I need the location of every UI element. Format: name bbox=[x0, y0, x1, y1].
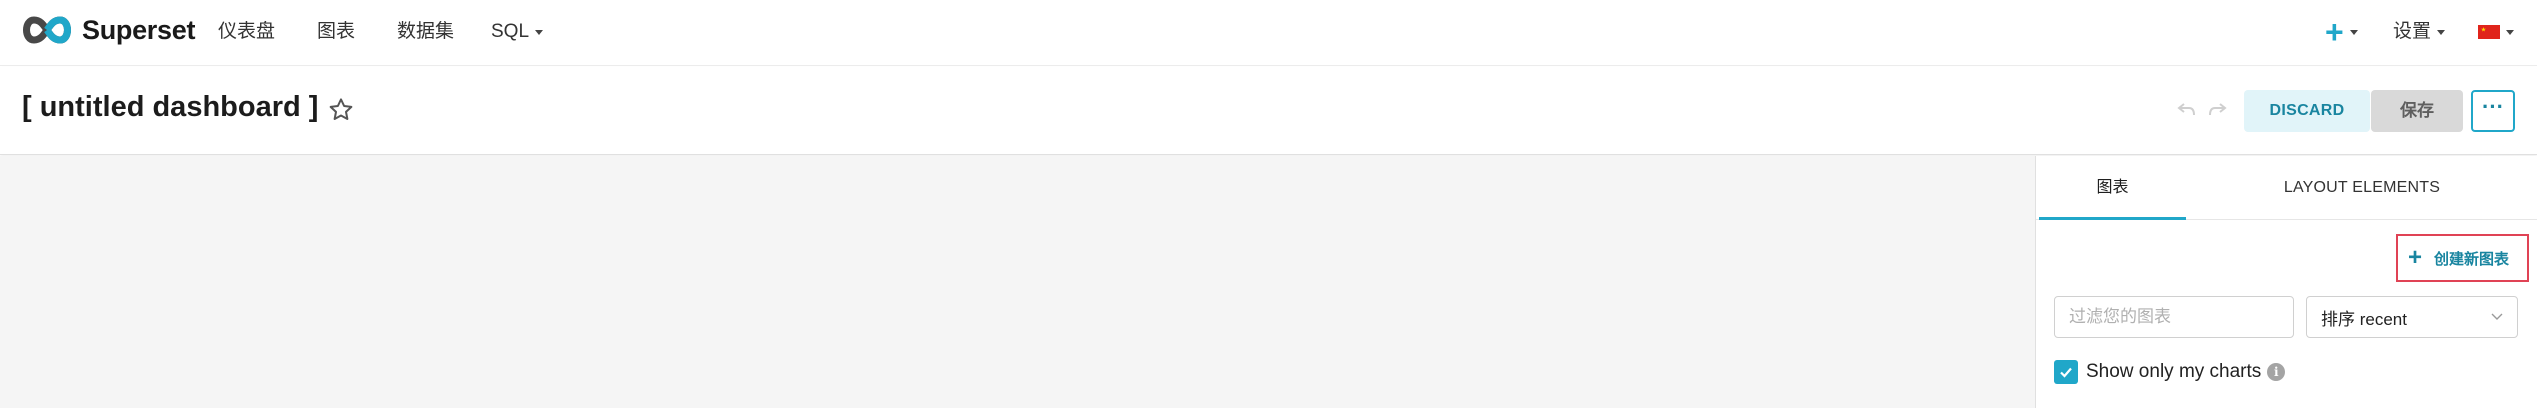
nav-item-sql-label: SQL bbox=[491, 21, 530, 42]
china-flag-icon bbox=[2478, 25, 2500, 39]
dashboard-title[interactable]: [ untitled dashboard ] bbox=[22, 91, 318, 124]
more-options-button[interactable]: ··· bbox=[2471, 90, 2515, 132]
caret-down-icon bbox=[535, 29, 544, 35]
save-button[interactable]: 保存 bbox=[2371, 90, 2463, 132]
tab-charts[interactable]: 图表 bbox=[2039, 156, 2186, 220]
infinity-logo-icon bbox=[23, 16, 71, 44]
plus-icon: + bbox=[2325, 14, 2344, 50]
caret-down-icon bbox=[2506, 29, 2514, 35]
dashboard-header: [ untitled dashboard ] DISCARD 保存 ··· bbox=[0, 67, 2537, 155]
tab-layout-elements[interactable]: LAYOUT ELEMENTS bbox=[2186, 156, 2537, 220]
top-navbar: Superset 仪表盘 图表 数据集 SQL + 设置 bbox=[0, 0, 2537, 66]
sort-select-value: 排序 recent bbox=[2321, 309, 2407, 329]
builder-side-panel: 图表 LAYOUT ELEMENTS + 创建新图表 排序 recent Sho… bbox=[2035, 156, 2537, 408]
chevron-down-icon bbox=[2491, 313, 2503, 320]
settings-menu[interactable]: 设置 bbox=[2393, 18, 2446, 46]
panel-tabs: 图表 LAYOUT ELEMENTS bbox=[2036, 156, 2537, 220]
sort-select[interactable]: 排序 recent bbox=[2306, 296, 2518, 338]
settings-label: 设置 bbox=[2393, 21, 2432, 42]
create-new-chart-button[interactable]: + 创建新图表 bbox=[2396, 234, 2529, 282]
new-menu-button[interactable]: + bbox=[2325, 14, 2358, 50]
caret-down-icon bbox=[2437, 29, 2446, 35]
language-menu[interactable] bbox=[2478, 18, 2514, 46]
nav-item-dashboards[interactable]: 仪表盘 bbox=[218, 18, 275, 46]
nav-item-sql[interactable]: SQL bbox=[491, 18, 544, 46]
discard-button[interactable]: DISCARD bbox=[2244, 90, 2370, 132]
info-icon[interactable]: i bbox=[2267, 363, 2286, 381]
nav-item-datasets[interactable]: 数据集 bbox=[397, 18, 454, 46]
show-only-mine-row: Show only my charts i bbox=[2054, 360, 2286, 384]
chart-filter-input[interactable] bbox=[2054, 296, 2294, 338]
create-new-chart-label: 创建新图表 bbox=[2434, 250, 2510, 268]
dashboard-canvas[interactable] bbox=[0, 156, 2035, 408]
brand-name: Superset bbox=[82, 14, 196, 45]
redo-icon[interactable] bbox=[2205, 97, 2229, 121]
checkmark-icon bbox=[2060, 367, 2072, 378]
nav-item-charts[interactable]: 图表 bbox=[317, 18, 355, 46]
plus-icon: + bbox=[2408, 244, 2423, 271]
show-only-mine-label: Show only my charts bbox=[2086, 361, 2262, 382]
caret-down-icon bbox=[2349, 29, 2358, 35]
show-only-mine-checkbox[interactable] bbox=[2054, 360, 2078, 384]
star-icon[interactable] bbox=[326, 95, 356, 125]
brand-logo[interactable]: Superset bbox=[20, 12, 195, 48]
undo-icon[interactable] bbox=[2175, 97, 2199, 121]
